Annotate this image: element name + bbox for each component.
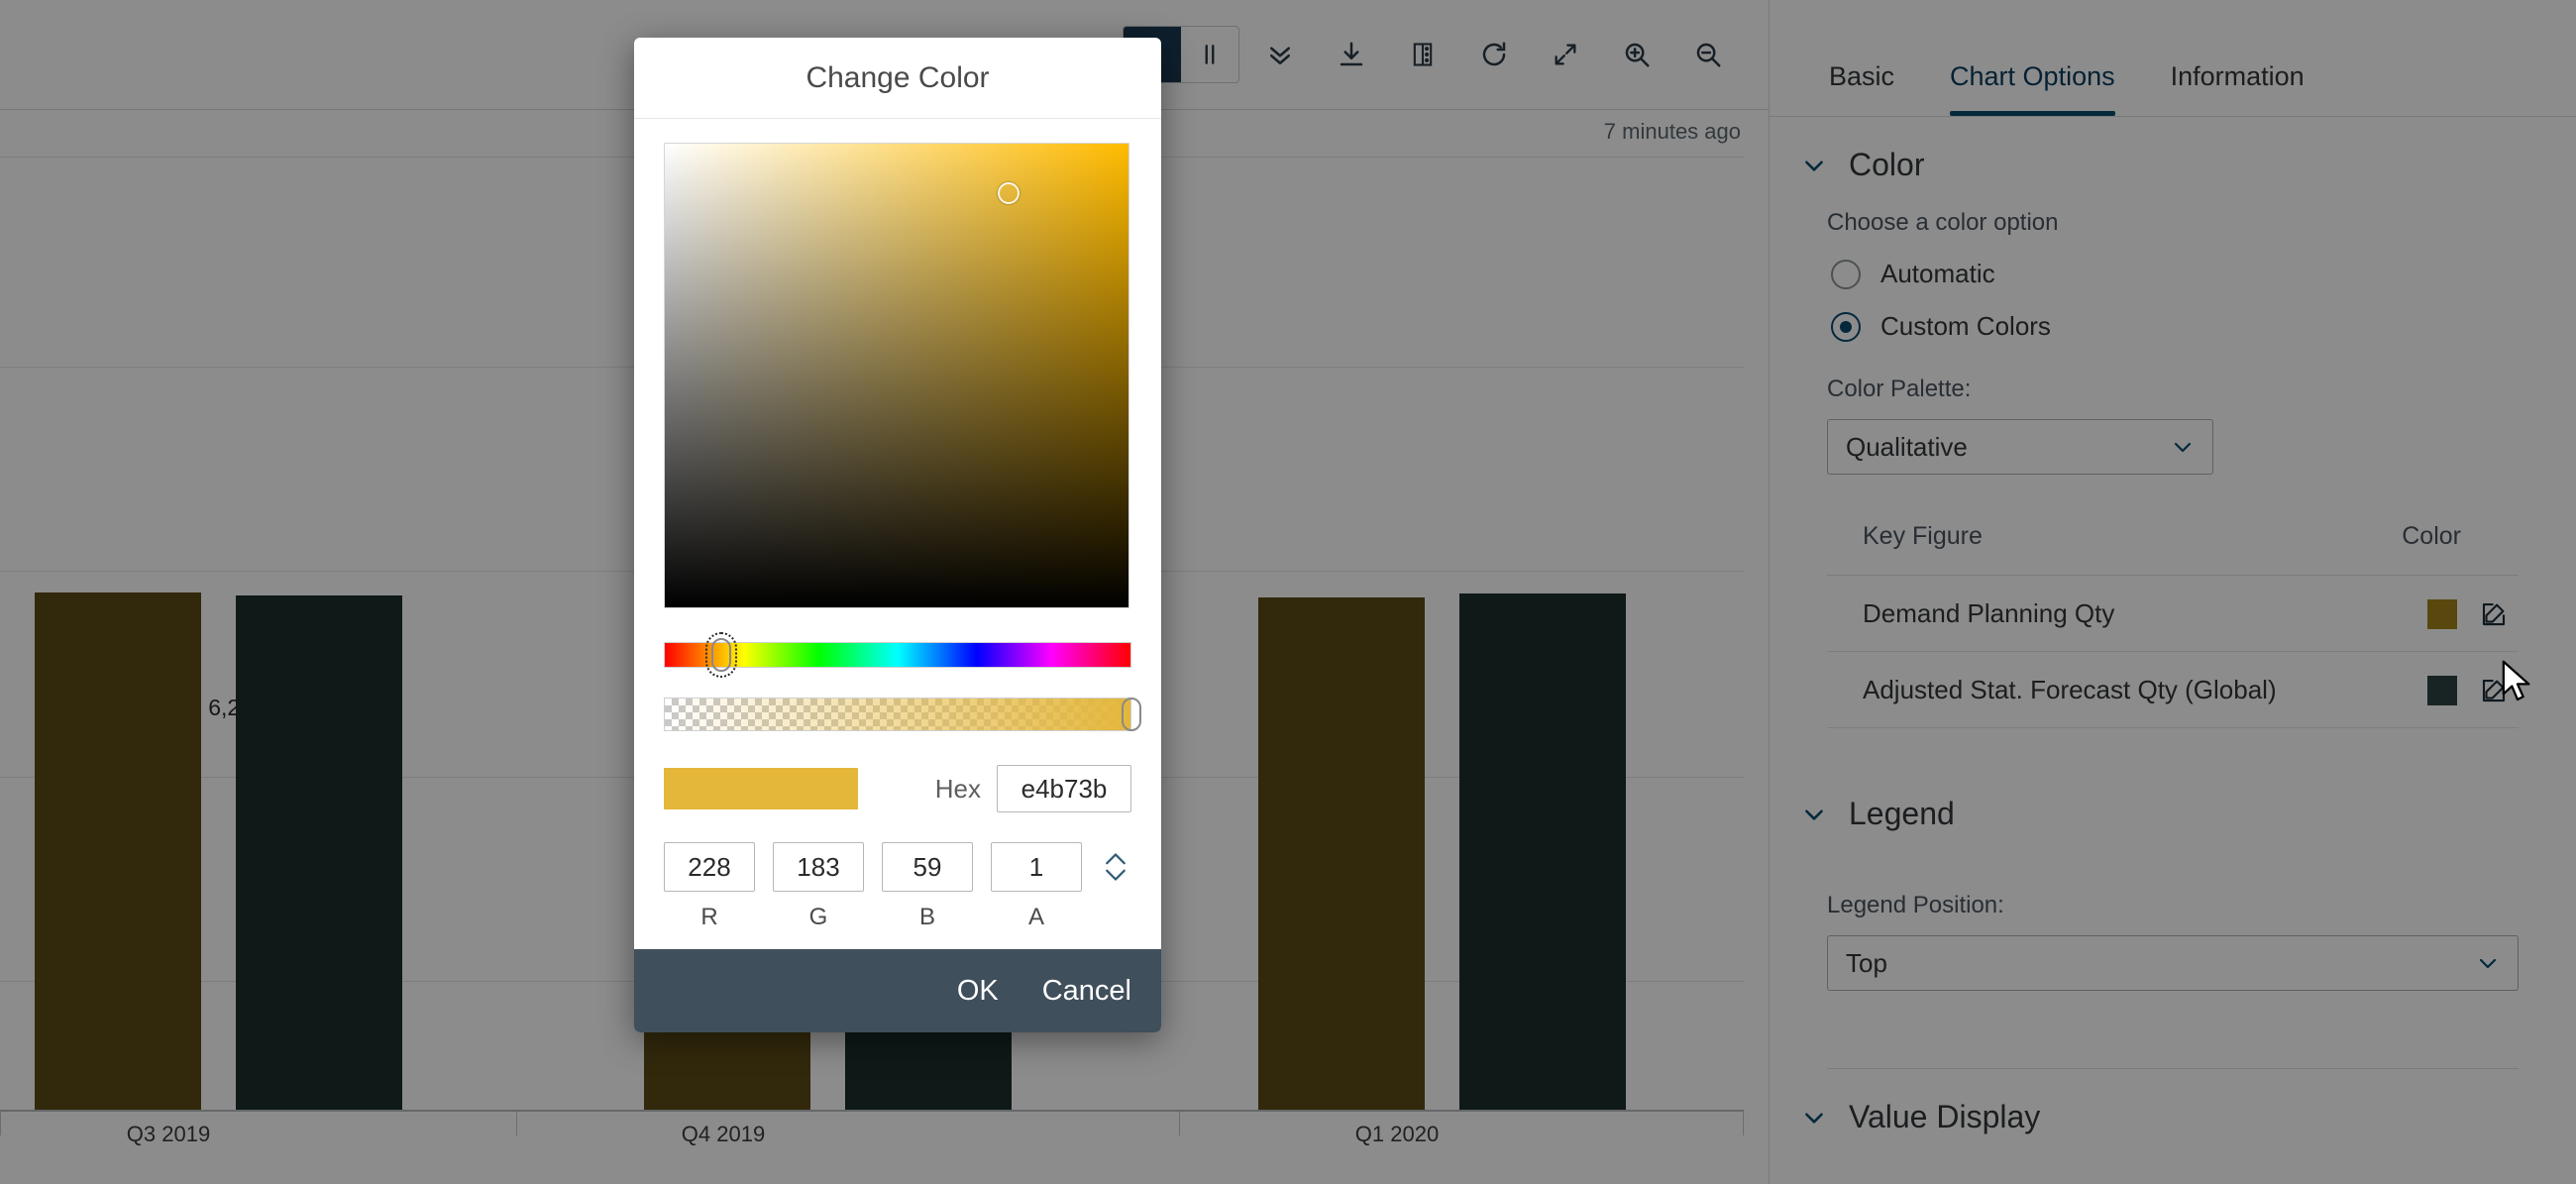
- hue-slider-thumb[interactable]: [704, 632, 737, 678]
- change-color-dialog: Change Color Hex e4b73b 228 R 183 G 59 B…: [634, 38, 1161, 1032]
- a-input[interactable]: [991, 842, 1082, 892]
- alpha-slider-track[interactable]: [664, 698, 1131, 731]
- alpha-stepper[interactable]: [1100, 842, 1131, 892]
- sv-gradient: [665, 144, 1128, 607]
- color-preview-swatch: [664, 768, 858, 809]
- dialog-footer: OK Cancel: [634, 949, 1161, 1032]
- channel-g: G: [773, 842, 864, 931]
- rgba-inputs-row: R G B A: [664, 842, 1131, 931]
- hue-slider[interactable]: [664, 632, 1131, 678]
- channel-b: B: [882, 842, 973, 931]
- channel-r: R: [664, 842, 755, 931]
- r-label: R: [700, 904, 718, 930]
- b-input[interactable]: [882, 842, 973, 892]
- app-root: 7 minutes ago 6,298 6,291 Q3 2019 Q4 201…: [0, 0, 2576, 1184]
- ok-button[interactable]: OK: [957, 975, 999, 1008]
- saturation-value-picker[interactable]: [664, 143, 1129, 608]
- dialog-title: Change Color: [634, 38, 1161, 119]
- hex-label: Hex: [934, 773, 981, 804]
- alpha-slider-thumb[interactable]: [1122, 698, 1141, 731]
- modal-overlay: [0, 0, 2576, 1184]
- r-input[interactable]: [664, 842, 755, 892]
- g-input[interactable]: [773, 842, 864, 892]
- dialog-body: Hex R G B A: [634, 119, 1161, 949]
- hex-group: Hex: [935, 765, 1131, 812]
- hue-slider-track[interactable]: [664, 642, 1131, 668]
- g-label: G: [808, 904, 828, 930]
- a-label: A: [1027, 904, 1044, 930]
- alpha-slider[interactable]: [664, 694, 1141, 735]
- channel-a: A: [991, 842, 1082, 931]
- sv-cursor-handle[interactable]: [997, 181, 1020, 204]
- preview-row: Hex: [664, 765, 1131, 812]
- hex-input[interactable]: [997, 765, 1131, 812]
- b-label: B: [918, 904, 935, 930]
- cancel-button[interactable]: Cancel: [1042, 975, 1131, 1008]
